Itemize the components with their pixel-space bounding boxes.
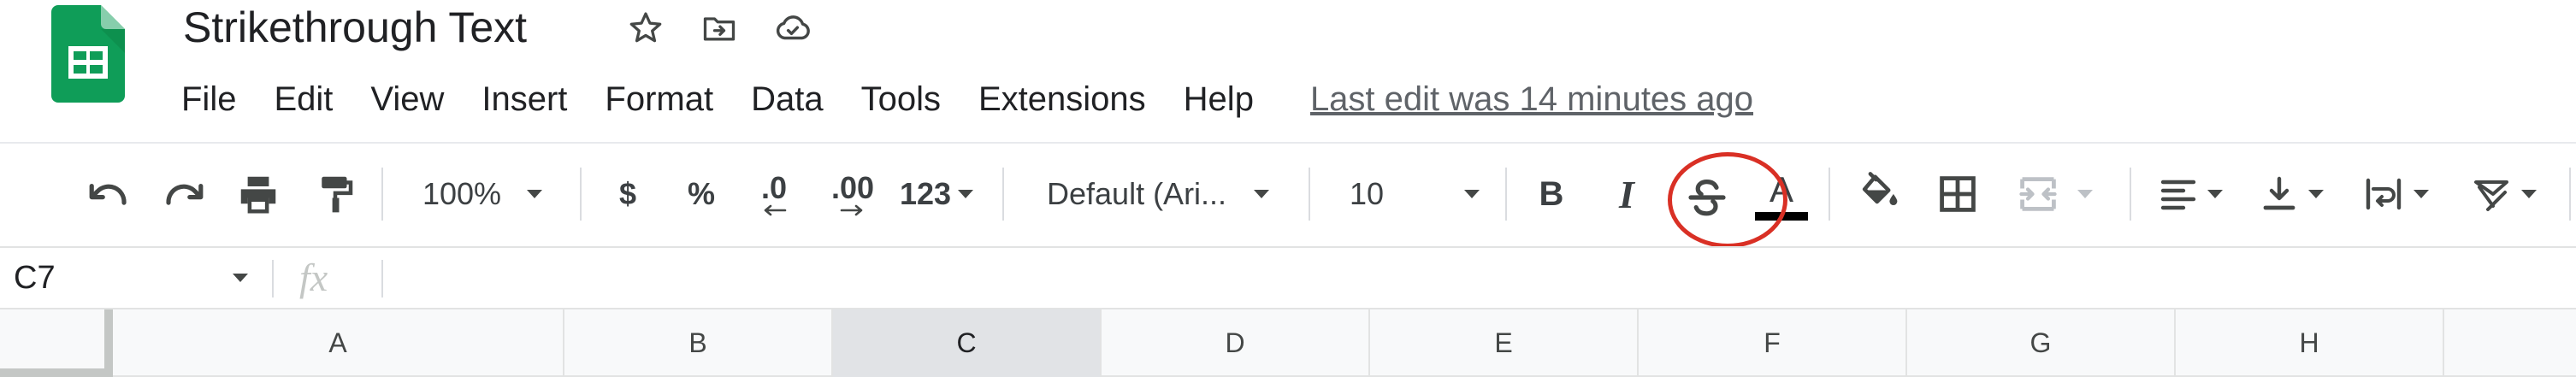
increase-decimal-button[interactable]: .00	[818, 162, 888, 226]
italic-button[interactable]: I	[1601, 162, 1652, 226]
name-box[interactable]: C7	[0, 248, 265, 308]
arrow-right-icon	[840, 204, 863, 216]
last-edit-link[interactable]: Last edit was 14 minutes ago	[1310, 80, 1753, 119]
column-header-a[interactable]: A	[113, 309, 564, 377]
chevron-down-icon	[2521, 190, 2537, 198]
document-title[interactable]: Strikethrough Text	[183, 0, 527, 55]
column-header-h[interactable]: H	[2176, 309, 2444, 377]
column-headers: A B C D E F G H	[0, 309, 2576, 377]
zoom-value: 100%	[422, 176, 502, 211]
text-rotation-icon[interactable]	[2465, 162, 2544, 226]
formula-bar: C7 fx	[0, 246, 2576, 309]
strikethrough-icon[interactable]	[1676, 166, 1738, 229]
text-color-button[interactable]: A	[1752, 162, 1811, 226]
toolbar-divider	[1505, 168, 1507, 221]
redo-icon[interactable]	[154, 162, 214, 226]
vertical-align-bottom-icon[interactable]	[2253, 162, 2331, 226]
formula-divider	[381, 260, 383, 297]
menu-edit[interactable]: Edit	[255, 68, 352, 130]
menu-tools[interactable]: Tools	[842, 68, 960, 130]
toolbar-divider	[1309, 168, 1310, 221]
bold-button[interactable]: B	[1526, 162, 1577, 226]
menu-bar: File Edit View Insert Format Data Tools …	[162, 68, 1753, 130]
toolbar-divider	[2569, 168, 2571, 221]
menu-extensions[interactable]: Extensions	[960, 68, 1165, 130]
move-to-folder-icon[interactable]	[698, 7, 741, 50]
toolbar-divider	[1002, 168, 1004, 221]
borders-icon[interactable]	[1928, 162, 1988, 226]
cell-reference: C7	[14, 260, 56, 296]
select-all-corner[interactable]	[0, 309, 113, 377]
chevron-down-icon	[1464, 190, 1480, 198]
chevron-down-icon	[2207, 190, 2223, 198]
chevron-down-icon	[2414, 190, 2429, 198]
menu-data[interactable]: Data	[732, 68, 842, 130]
column-header-i[interactable]	[2444, 309, 2576, 377]
star-icon[interactable]	[624, 7, 667, 50]
arrow-left-icon	[764, 204, 787, 216]
fill-color-icon[interactable]	[1849, 162, 1909, 226]
align-left-icon[interactable]	[2152, 162, 2230, 226]
more-formats-button[interactable]: 123	[895, 162, 980, 226]
percent-format-button[interactable]: %	[676, 162, 727, 226]
zoom-select[interactable]: 100%	[402, 162, 564, 226]
menu-view[interactable]: View	[352, 68, 463, 130]
app-header: Strikethrough Text File Edit View Insert…	[0, 0, 2576, 137]
title-actions	[624, 7, 814, 50]
toolbar: 100% $ % .0 .00 123 Default (Ari... 10 B…	[0, 144, 2576, 248]
column-header-g[interactable]: G	[1907, 309, 2176, 377]
toolbar-divider	[1829, 168, 1830, 221]
merge-cells-icon[interactable]	[2008, 162, 2102, 226]
fx-icon: fx	[299, 256, 328, 299]
menu-help[interactable]: Help	[1165, 68, 1273, 130]
cloud-saved-icon[interactable]	[771, 7, 814, 50]
font-family-select[interactable]: Default (Ari...	[1026, 162, 1300, 226]
print-icon[interactable]	[227, 162, 289, 226]
chevron-down-icon	[1254, 190, 1270, 198]
column-header-f[interactable]: F	[1639, 309, 1907, 377]
font-size-select[interactable]: 10	[1334, 162, 1493, 226]
text-wrap-icon[interactable]	[2357, 162, 2436, 226]
currency-format-button[interactable]: $	[602, 162, 653, 226]
column-header-d[interactable]: D	[1102, 309, 1370, 377]
menu-format[interactable]: Format	[586, 68, 732, 130]
column-header-c[interactable]: C	[833, 309, 1102, 377]
toolbar-divider	[2130, 168, 2131, 221]
chevron-down-icon	[527, 190, 543, 198]
column-header-e[interactable]: E	[1370, 309, 1639, 377]
column-header-b[interactable]: B	[564, 309, 833, 377]
undo-icon[interactable]	[79, 162, 139, 226]
formula-input[interactable]	[402, 251, 2540, 304]
font-family-value: Default (Ari...	[1047, 176, 1227, 211]
paint-format-icon[interactable]	[304, 162, 366, 226]
chevron-down-icon	[958, 190, 974, 198]
menu-file[interactable]: File	[162, 68, 255, 130]
menu-insert[interactable]: Insert	[463, 68, 586, 130]
toolbar-divider	[381, 168, 383, 221]
sheets-logo-icon[interactable]	[51, 5, 125, 103]
toolbar-divider	[580, 168, 582, 221]
chevron-down-icon	[2077, 190, 2093, 198]
font-size-value: 10	[1350, 176, 1385, 211]
chevron-down-icon	[233, 274, 248, 282]
formula-divider	[272, 260, 274, 297]
chevron-down-icon	[2308, 190, 2324, 198]
decrease-decimal-button[interactable]: .0	[744, 162, 804, 226]
text-color-swatch	[1755, 212, 1808, 221]
